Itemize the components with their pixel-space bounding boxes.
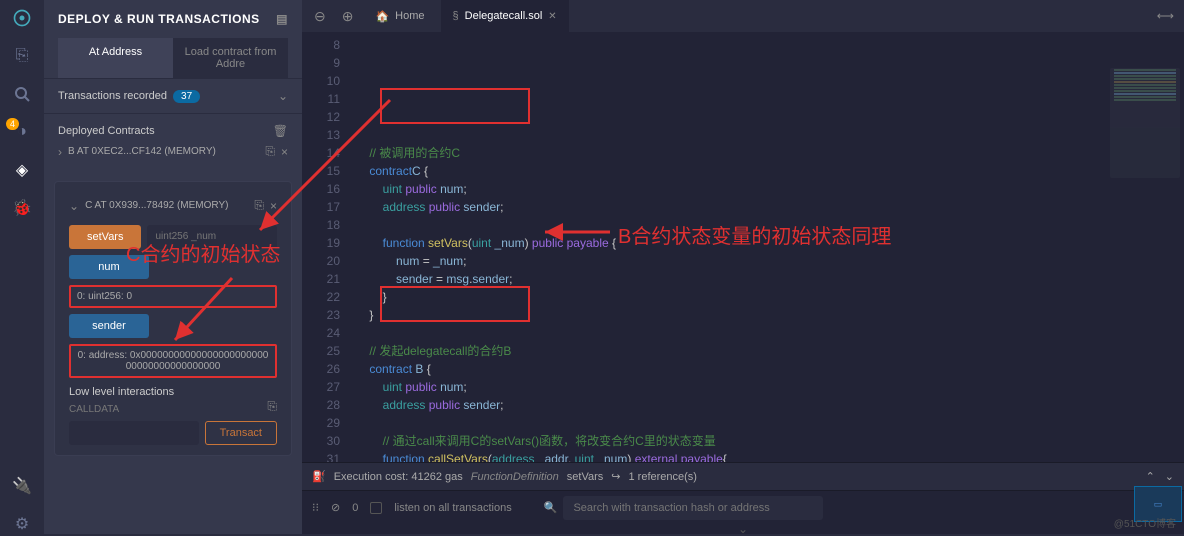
code-editor[interactable]: 8910111213141516171819202122232425262728…	[302, 32, 1184, 462]
drag-handle[interactable]: ⌄	[302, 524, 1184, 534]
deployed-contracts-label: Deployed Contracts	[58, 125, 155, 137]
terminal-bar: ⁝⁝ ⊘ 0 listen on all transactions 🔍	[302, 490, 1184, 524]
transact-button[interactable]: Transact	[205, 421, 277, 445]
chevron-up-icon[interactable]: ⌃	[1146, 470, 1155, 483]
transactions-label: Transactions recorded	[58, 90, 167, 102]
search-icon[interactable]	[12, 84, 32, 104]
calldata-input[interactable]	[69, 421, 199, 445]
trash-icon[interactable]: 🗑	[273, 124, 288, 138]
annotation-box-c-vars	[380, 88, 530, 124]
line-gutter: 8910111213141516171819202122232425262728…	[302, 32, 350, 462]
watermark: @51CTO博客	[1114, 515, 1176, 530]
sender-button[interactable]: sender	[69, 314, 149, 338]
zoom-out-icon[interactable]: ⊖	[308, 8, 332, 25]
chevron-right-icon[interactable]: ›	[58, 145, 62, 159]
setvars-button[interactable]: setVars	[69, 225, 141, 249]
files-icon[interactable]: ⎘	[12, 46, 32, 66]
calldata-label: CALLDATA	[69, 404, 119, 415]
close-icon[interactable]: ✕	[548, 11, 556, 22]
chevron-down-icon[interactable]: ⌄	[278, 89, 288, 103]
num-button[interactable]: num	[69, 255, 149, 279]
sender-result: 0: address: 0x00000000000000000000000000…	[69, 344, 277, 378]
def-name: setVars	[567, 471, 603, 483]
contract-b-row[interactable]: › B AT 0XEC2...CF142 (MEMORY) ⎘ ×	[58, 138, 288, 165]
panel-title: DEPLOY & RUN TRANSACTIONS ▤	[44, 0, 302, 38]
references-count[interactable]: 1 reference(s)	[629, 471, 697, 483]
tx-search-input[interactable]	[563, 496, 823, 520]
logo-icon[interactable]	[12, 8, 32, 28]
tab-file[interactable]: §Delegatecall.sol✕	[441, 0, 569, 32]
transactions-recorded-row[interactable]: Transactions recorded 37 ⌄	[58, 89, 288, 103]
terminal-menu-icon[interactable]: ⁝⁝	[312, 501, 319, 514]
low-level-label: Low level interactions	[69, 386, 277, 398]
gas-icon: ⛽	[312, 470, 326, 483]
tab-load-contract[interactable]: Load contract from Addre	[173, 38, 288, 78]
contract-c-label: C AT 0X939...78492 (MEMORY)	[85, 200, 248, 211]
search-icon[interactable]: 🔍	[544, 501, 558, 514]
contract-b-label: B AT 0XEC2...CF142 (MEMORY)	[68, 146, 259, 157]
copy-icon[interactable]: ⎘	[254, 198, 264, 213]
execution-bar: ⛽ Execution cost: 41262 gas FunctionDefi…	[302, 462, 1184, 490]
tab-file-label: Delegatecall.sol	[465, 10, 543, 22]
tab-home-label: Home	[395, 10, 424, 22]
chevron-down-icon[interactable]: ⌄	[1165, 470, 1174, 483]
address-tabs: At Address Load contract from Addre	[58, 38, 288, 78]
pending-count: 0	[352, 502, 358, 514]
chevron-down-icon[interactable]: ⌄	[69, 199, 79, 213]
expand-icon[interactable]: ⟷	[1157, 9, 1174, 23]
deploy-icon[interactable]: ◈	[12, 160, 32, 180]
setvars-input[interactable]: uint256 _num	[147, 225, 277, 249]
panel-title-text: DEPLOY & RUN TRANSACTIONS	[58, 12, 260, 26]
close-icon[interactable]: ×	[270, 199, 277, 213]
transactions-count: 37	[173, 90, 200, 103]
listen-checkbox[interactable]	[370, 502, 382, 514]
deploy-run-panel: DEPLOY & RUN TRANSACTIONS ▤ At Address L…	[44, 0, 302, 534]
listen-label: listen on all transactions	[394, 502, 511, 514]
editor-tabbar: ⊖ ⊕ 🏠Home §Delegatecall.sol✕ ⟷	[302, 0, 1184, 32]
contract-c-row[interactable]: ⌄ C AT 0X939...78492 (MEMORY) ⎘ ×	[69, 192, 277, 219]
copy-icon[interactable]: ⎘	[265, 144, 275, 159]
def-kind: FunctionDefinition	[471, 471, 559, 483]
warning-badge: 4	[6, 118, 19, 130]
redo-icon[interactable]: ↪	[611, 470, 620, 483]
book-icon[interactable]: ▤	[276, 12, 288, 26]
compiler-icon[interactable]: 4◑	[12, 122, 32, 142]
close-icon[interactable]: ×	[281, 145, 288, 159]
left-icon-rail: ⎘ 4◑ ◈ 🐞 🔌 ⚙	[0, 0, 44, 534]
code-content[interactable]: // 被调用的合约C contractC { uint public num; …	[350, 32, 1184, 462]
debugger-icon[interactable]: 🐞	[12, 198, 32, 218]
plugin-icon[interactable]: 🔌	[12, 476, 32, 496]
copy-icon[interactable]: ⎘	[267, 399, 277, 414]
minimap[interactable]	[1110, 68, 1180, 178]
main-area: ⊖ ⊕ 🏠Home §Delegatecall.sol✕ ⟷ 891011121…	[302, 0, 1184, 534]
zoom-in-icon[interactable]: ⊕	[336, 8, 360, 25]
tab-home[interactable]: 🏠Home	[363, 0, 436, 32]
settings-icon[interactable]: ⚙	[12, 514, 32, 534]
execution-cost: Execution cost: 41262 gas	[334, 471, 463, 483]
tab-at-address[interactable]: At Address	[58, 38, 173, 78]
ban-icon[interactable]: ⊘	[331, 501, 340, 514]
num-result: 0: uint256: 0	[69, 285, 277, 308]
